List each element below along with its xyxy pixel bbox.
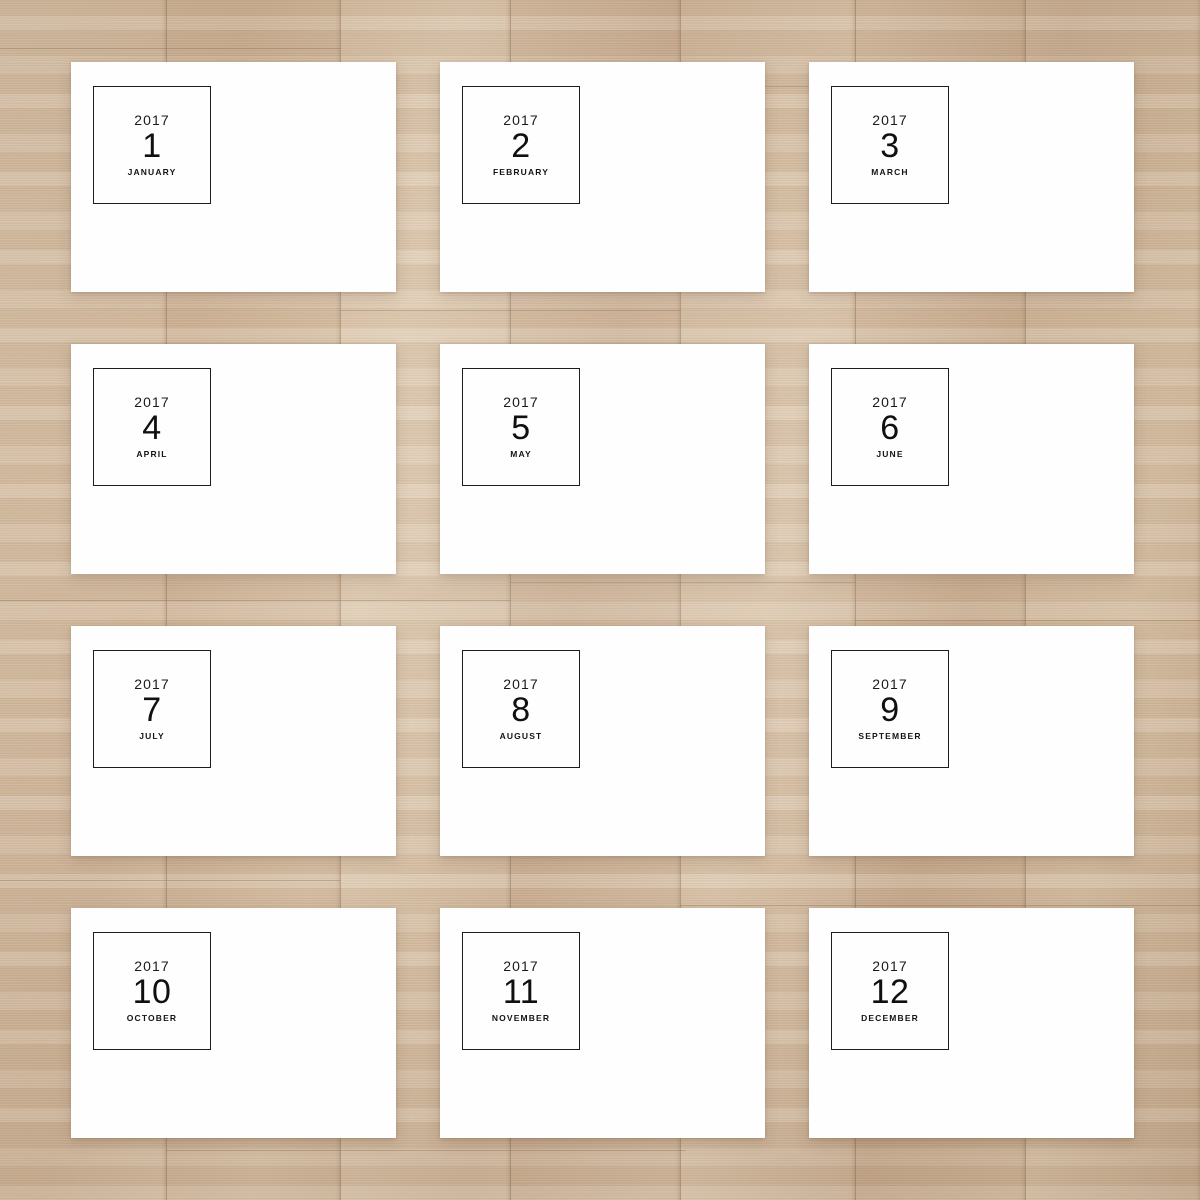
card-month-number: 3 (880, 127, 900, 166)
card-year: 2017 (872, 112, 908, 129)
card-month-name: DECEMBER (861, 1013, 919, 1024)
card-month-name: SEPTEMBER (858, 731, 922, 742)
calendar-card[interactable]: 2017 2 FEBRUARY (440, 62, 765, 292)
card-month-number: 7 (142, 691, 162, 730)
card-year: 2017 (134, 676, 170, 693)
calendar-card[interactable]: 2017 7 JULY (71, 626, 396, 856)
calendar-card[interactable]: 2017 5 MAY (440, 344, 765, 574)
calendar-card[interactable]: 2017 10 OCTOBER (71, 908, 396, 1138)
card-month-name: NOVEMBER (491, 1013, 551, 1024)
card-month-name: MAY (510, 449, 532, 460)
calendar-card[interactable]: 2017 12 DECEMBER (809, 908, 1134, 1138)
card-year: 2017 (134, 958, 170, 975)
calendar-card[interactable]: 2017 9 SEPTEMBER (809, 626, 1134, 856)
month-box: 2017 3 MARCH (831, 86, 949, 204)
card-month-number: 6 (880, 409, 900, 448)
card-month-number: 2 (511, 127, 531, 166)
card-year: 2017 (134, 112, 170, 129)
calendar-card[interactable]: 2017 6 JUNE (809, 344, 1134, 574)
month-box: 2017 5 MAY (462, 368, 580, 486)
card-year: 2017 (134, 394, 170, 411)
card-month-name: JANUARY (127, 167, 177, 178)
card-month-number: 4 (142, 409, 162, 448)
month-box: 2017 6 JUNE (831, 368, 949, 486)
card-month-name: JUNE (876, 449, 904, 460)
month-box: 2017 12 DECEMBER (831, 932, 949, 1050)
card-year: 2017 (503, 112, 539, 129)
month-box: 2017 9 SEPTEMBER (831, 650, 949, 768)
month-box: 2017 2 FEBRUARY (462, 86, 580, 204)
card-month-number: 12 (870, 973, 910, 1012)
card-month-number: 9 (880, 691, 900, 730)
card-month-name: OCTOBER (126, 1013, 178, 1024)
card-month-number: 1 (142, 127, 162, 166)
card-year: 2017 (872, 394, 908, 411)
card-year: 2017 (503, 394, 539, 411)
card-month-name: APRIL (136, 449, 168, 460)
month-box: 2017 8 AUGUST (462, 650, 580, 768)
month-box: 2017 4 APRIL (93, 368, 211, 486)
month-box: 2017 10 OCTOBER (93, 932, 211, 1050)
calendar-card[interactable]: 2017 4 APRIL (71, 344, 396, 574)
month-box: 2017 1 JANUARY (93, 86, 211, 204)
wood-board-break (166, 1150, 686, 1151)
card-month-number: 5 (511, 409, 531, 448)
calendar-card[interactable]: 2017 1 JANUARY (71, 62, 396, 292)
card-month-name: FEBRUARY (492, 167, 550, 178)
card-month-number: 11 (502, 973, 540, 1012)
card-month-name: JULY (139, 731, 165, 742)
calendar-scene: 2017 1 JANUARY 2017 2 FEBRUARY 2017 3 MA… (0, 0, 1200, 1200)
card-year: 2017 (872, 676, 908, 693)
month-box: 2017 7 JULY (93, 650, 211, 768)
calendar-card[interactable]: 2017 3 MARCH (809, 62, 1134, 292)
card-month-name: AUGUST (499, 731, 543, 742)
month-box: 2017 11 NOVEMBER (462, 932, 580, 1050)
card-month-number: 8 (511, 691, 531, 730)
card-month-name: MARCH (871, 167, 909, 178)
wood-board-break (0, 48, 340, 49)
card-year: 2017 (872, 958, 908, 975)
calendar-card-grid: 2017 1 JANUARY 2017 2 FEBRUARY 2017 3 MA… (71, 62, 1134, 1138)
card-year: 2017 (503, 958, 539, 975)
calendar-card[interactable]: 2017 8 AUGUST (440, 626, 765, 856)
card-month-number: 10 (132, 973, 172, 1012)
calendar-card[interactable]: 2017 11 NOVEMBER (440, 908, 765, 1138)
card-year: 2017 (503, 676, 539, 693)
